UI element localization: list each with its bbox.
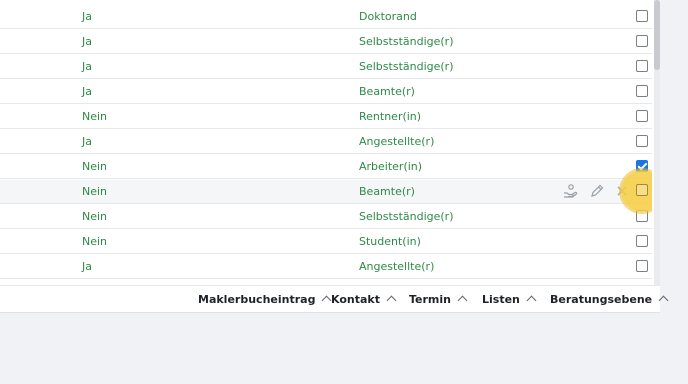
footer-tab-listen[interactable]: Listen [482, 286, 537, 314]
data-table: Ja Doktorand Ja Selbstständige(r) Ja Sel… [0, 0, 652, 285]
footer-tab-maklerbucheintrag[interactable]: Maklerbucheintrag [198, 286, 332, 314]
table-row[interactable]: Ja Beamte(r) [0, 80, 652, 104]
footer-tab-beratungsebene[interactable]: Beratungsebene [550, 286, 669, 314]
table-row[interactable]: Nein Student(in) [0, 230, 652, 254]
row-checkbox[interactable] [636, 135, 648, 147]
vertical-scrollbar[interactable] [654, 0, 660, 285]
answer-cell: Ja [82, 10, 92, 23]
row-checkbox[interactable] [636, 235, 648, 247]
row-checkbox[interactable] [636, 60, 648, 72]
chevron-up-icon [386, 295, 397, 306]
answer-cell: Ja [82, 85, 92, 98]
footer-tab-label: Kontakt [331, 293, 380, 306]
table-row-hovered[interactable]: Nein Beamte(r) [0, 180, 652, 204]
table-row[interactable]: Nein Rentner(in) [0, 105, 652, 129]
occupation-cell[interactable]: Beamte(r) [359, 80, 415, 104]
row-checkbox[interactable] [636, 85, 648, 97]
occupation-cell[interactable]: Student(in) [359, 230, 421, 254]
row-checkbox[interactable] [636, 10, 648, 22]
footer-bar: Maklerbucheintrag Kontakt Termin Listen … [0, 286, 669, 314]
footer-tab-label: Maklerbucheintrag [198, 293, 316, 306]
occupation-cell[interactable]: Rentner(in) [359, 105, 421, 129]
table-panel: Ja Doktorand Ja Selbstständige(r) Ja Sel… [0, 0, 669, 314]
footer-tab-kontakt[interactable]: Kontakt [331, 286, 397, 314]
table-row[interactable]: Ja Selbstständige(r) [0, 30, 652, 54]
occupation-cell[interactable]: Selbstständige(r) [359, 205, 453, 229]
answer-cell: Ja [82, 135, 92, 148]
answer-cell: Nein [82, 210, 108, 223]
occupation-cell[interactable]: Selbstständige(r) [359, 55, 453, 79]
occupation-cell[interactable]: Arbeiter(in) [359, 155, 422, 179]
hand-coin-icon[interactable] [562, 183, 580, 201]
answer-cell: Nein [82, 235, 108, 248]
answer-cell: Ja [82, 35, 92, 48]
table-row[interactable]: Ja Selbstständige(r) [0, 55, 652, 79]
footer-tab-termin[interactable]: Termin [409, 286, 468, 314]
table-row[interactable]: Ja Doktorand [0, 5, 652, 29]
occupation-cell[interactable]: Beamte(r) [359, 180, 415, 204]
row-checkbox[interactable] [636, 35, 648, 47]
table-row[interactable]: Ja Angestellte(r) [0, 255, 652, 279]
occupation-cell[interactable]: Angestellte(r) [359, 255, 434, 279]
pencil-icon[interactable] [589, 183, 607, 201]
answer-cell: Nein [82, 160, 108, 173]
table-row[interactable]: Nein Arbeiter(in) [0, 155, 652, 179]
answer-cell: Nein [82, 110, 108, 123]
occupation-cell[interactable]: Selbstständige(r) [359, 30, 453, 54]
chevron-up-icon [457, 295, 468, 306]
table-row[interactable]: Ja Angestellte(r) [0, 130, 652, 154]
footer-tab-label: Beratungsebene [550, 293, 653, 306]
row-checkbox[interactable] [636, 110, 648, 122]
chevron-up-icon [526, 295, 537, 306]
row-checkbox[interactable] [636, 184, 648, 196]
table-row[interactable]: Nein Selbstständige(r) [0, 205, 652, 229]
scrollbar-thumb[interactable] [654, 0, 660, 70]
occupation-cell[interactable]: Doktorand [359, 5, 417, 29]
answer-cell: Ja [82, 260, 92, 273]
chevron-up-icon [658, 295, 669, 306]
footer-tab-label: Listen [482, 293, 520, 306]
answer-cell: Ja [82, 60, 92, 73]
answer-cell: Nein [82, 185, 108, 198]
occupation-cell[interactable]: Angestellte(r) [359, 130, 434, 154]
footer-tab-label: Termin [409, 293, 451, 306]
row-checkbox[interactable] [636, 260, 648, 272]
